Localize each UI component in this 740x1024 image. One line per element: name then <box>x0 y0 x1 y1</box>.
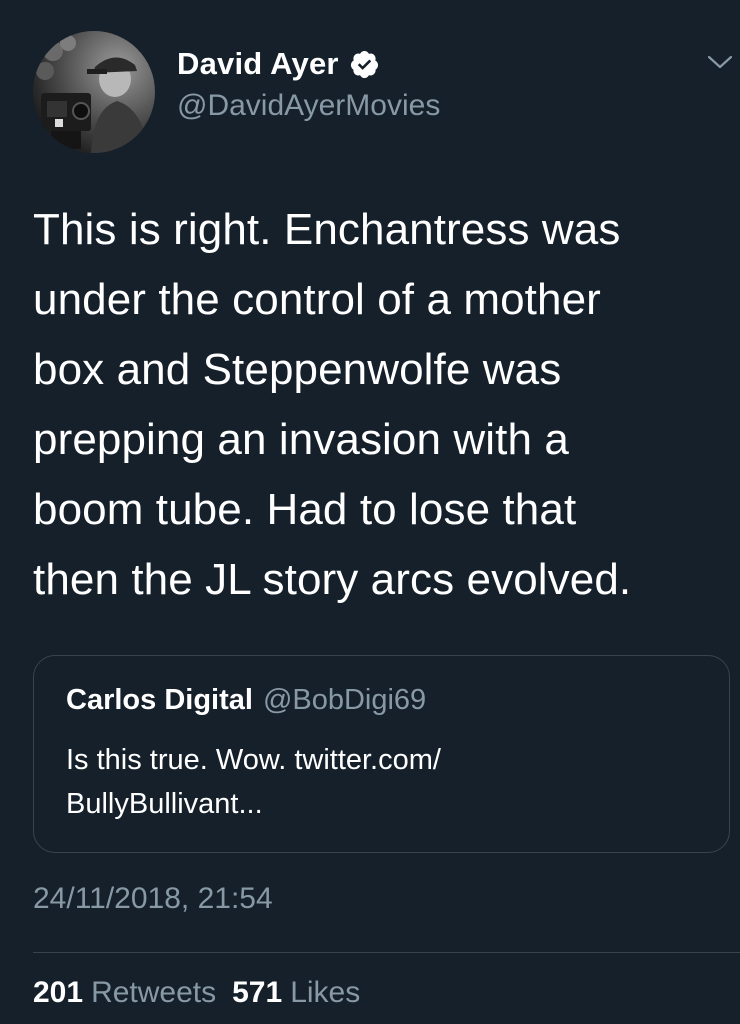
quoted-tweet-text: Is this true. Wow. twitter.com/ BullyBul… <box>66 738 441 826</box>
divider <box>33 952 740 953</box>
tweet-text-line: prepping an invasion with a <box>33 415 569 464</box>
quoted-text-line: BullyBullivant... <box>66 788 263 820</box>
quoted-author-handle: @BobDigi69 <box>262 684 427 716</box>
author-handle[interactable]: @DavidAyerMovies <box>177 89 440 123</box>
tweet-text-line: under the control of a mother <box>33 275 601 324</box>
likes-label: Likes <box>290 976 361 1009</box>
author-names: David Ayer @DavidAyerMovies <box>177 45 440 123</box>
chevron-down-icon[interactable] <box>706 51 734 73</box>
display-name-row: David Ayer <box>177 45 440 83</box>
retweets-label: Retweets <box>91 976 217 1009</box>
likes-count: 571 <box>232 976 283 1009</box>
tweet-timestamp: 24/11/2018, 21:54 <box>33 882 273 915</box>
tweet-text-line: then the JL story arcs evolved. <box>33 555 632 604</box>
tweet-detail: David Ayer @DavidAyerMovies This is righ… <box>0 0 740 1024</box>
author-display-name[interactable]: David Ayer <box>177 46 339 82</box>
likes-stat[interactable]: 571 Likes <box>232 976 360 1009</box>
tweet-header: David Ayer @DavidAyerMovies <box>33 31 733 153</box>
verified-badge-icon <box>349 49 380 80</box>
profile-photo-icon <box>33 31 155 153</box>
tweet-stats: 201 Retweets 571 Likes <box>33 976 360 1010</box>
tweet-text: This is right. Enchantress was under the… <box>33 195 713 615</box>
author-avatar[interactable] <box>33 31 155 153</box>
quoted-text-line: Is this true. Wow. twitter.com/ <box>66 744 441 776</box>
retweets-count: 201 <box>33 976 84 1009</box>
retweets-stat[interactable]: 201 Retweets <box>33 976 216 1009</box>
quoted-tweet-header: Carlos Digital @BobDigi69 <box>66 684 426 717</box>
tweet-text-line: This is right. Enchantress was <box>33 205 621 254</box>
tweet-text-line: boom tube. Had to lose that <box>33 485 577 534</box>
quoted-author-name: Carlos Digital <box>66 684 253 716</box>
tweet-text-line: box and Steppenwolfe was <box>33 345 562 394</box>
quoted-tweet-card[interactable]: Carlos Digital @BobDigi69 Is this true. W… <box>33 655 730 853</box>
